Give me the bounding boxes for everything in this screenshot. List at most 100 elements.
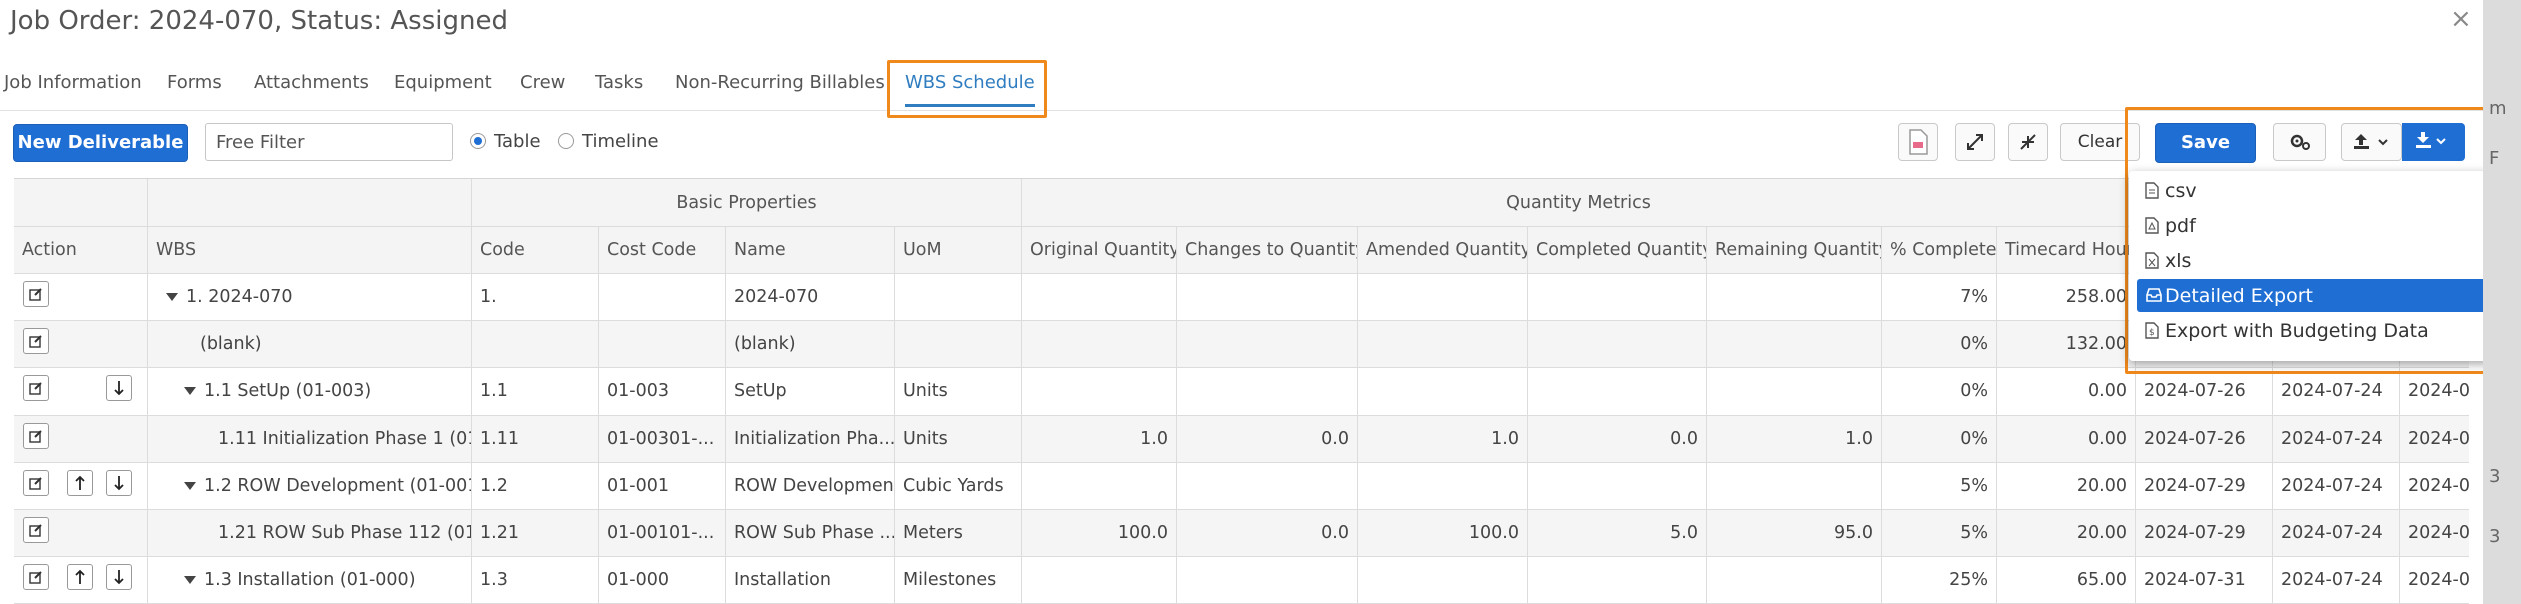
cell-amended bbox=[1358, 274, 1528, 322]
cell-changes bbox=[1177, 274, 1358, 322]
file-icon bbox=[2145, 182, 2159, 199]
new-deliverable-button[interactable]: New Deliverable bbox=[13, 124, 188, 162]
export-detailed-item[interactable]: Detailed Export bbox=[2137, 279, 2483, 312]
col-header-original-quantity[interactable]: Original Quantity bbox=[1022, 227, 1177, 274]
cell-completed bbox=[1528, 274, 1707, 322]
cell-code: 1.2 bbox=[472, 462, 599, 510]
col-header-code[interactable]: Code bbox=[472, 227, 599, 274]
edit-icon[interactable] bbox=[23, 422, 49, 449]
wbs-label: 1.2 ROW Development (01-001) bbox=[204, 475, 472, 496]
edit-icon[interactable] bbox=[23, 328, 49, 355]
export-csv-item[interactable]: csv bbox=[2137, 174, 2483, 207]
wbs-label: 1.21 ROW Sub Phase 112 (01-00 bbox=[218, 523, 471, 544]
expand-icon[interactable] bbox=[1955, 123, 1995, 161]
col-header-uom[interactable]: UoM bbox=[895, 227, 1022, 274]
tab-forms[interactable]: Forms bbox=[167, 72, 222, 93]
tab-non-recurring-billables[interactable]: Non-Recurring Billables bbox=[675, 72, 885, 93]
settings-icon[interactable] bbox=[2273, 123, 2326, 161]
move-down-icon[interactable] bbox=[106, 469, 132, 496]
excel-file-icon bbox=[2145, 252, 2159, 269]
col-header-name[interactable]: Name bbox=[726, 227, 895, 274]
col-header-cost-code[interactable]: Cost Code bbox=[599, 227, 726, 274]
cell-hours: 258.00 bbox=[1997, 274, 2136, 322]
cell-changes: 0.0 bbox=[1177, 415, 1358, 463]
col-header-wbs[interactable]: WBS bbox=[148, 227, 472, 274]
collapse-icon[interactable] bbox=[2008, 123, 2048, 161]
cell-d1: 2024-07-29 bbox=[2136, 510, 2273, 558]
cell-d2: 2024-07-24 bbox=[2273, 462, 2400, 510]
cell-orig: 1.0 bbox=[1022, 415, 1177, 463]
expand-caret-icon[interactable] bbox=[184, 576, 196, 585]
inbox-icon bbox=[2146, 288, 2162, 302]
export-pdf-item[interactable]: pdf bbox=[2137, 209, 2483, 242]
edit-icon[interactable] bbox=[23, 375, 49, 402]
cell-amended bbox=[1358, 321, 1528, 369]
cell-amended: 1.0 bbox=[1358, 415, 1528, 463]
cell-remaining bbox=[1707, 321, 1882, 369]
move-down-icon[interactable] bbox=[106, 375, 132, 402]
group-header-basic: Basic Properties bbox=[472, 179, 1022, 227]
tab-crew[interactable]: Crew bbox=[520, 72, 565, 93]
expand-caret-icon[interactable] bbox=[184, 481, 196, 490]
col-header-changes-to-quantity[interactable]: Changes to Quantity bbox=[1177, 227, 1358, 274]
edit-icon[interactable] bbox=[23, 517, 49, 543]
svg-text:$: $ bbox=[2149, 328, 2155, 338]
wbs-label: (blank) bbox=[200, 334, 262, 355]
col-header-remaining-quantity[interactable]: Remaining Quantity bbox=[1707, 227, 1882, 274]
move-up-icon[interactable] bbox=[67, 564, 93, 591]
cell-d3: 2024-0 bbox=[2400, 415, 2469, 463]
wbs-cell: 1.3 Installation (01-000) bbox=[148, 557, 472, 604]
cell-d2: 2024-07-24 bbox=[2273, 557, 2400, 604]
expand-caret-icon[interactable] bbox=[166, 293, 178, 302]
cell-remaining: 95.0 bbox=[1707, 510, 1882, 558]
export-budgeting-item[interactable]: $ Export with Budgeting Data bbox=[2137, 314, 2483, 347]
edit-icon[interactable] bbox=[23, 281, 49, 307]
group-header-empty bbox=[14, 179, 148, 227]
tab-tasks[interactable]: Tasks bbox=[595, 72, 643, 93]
wbs-label: 1.3 Installation (01-000) bbox=[204, 570, 416, 591]
free-filter-input[interactable] bbox=[205, 123, 453, 161]
cell-name: ROW Sub Phase ... bbox=[726, 510, 895, 558]
expand-caret-icon[interactable] bbox=[184, 387, 196, 396]
download-dropdown-button[interactable] bbox=[2402, 123, 2465, 161]
timeline-view-radio[interactable] bbox=[558, 133, 574, 149]
action-cell bbox=[14, 321, 148, 369]
col-header-completed-quantity[interactable]: Completed Quantity bbox=[1528, 227, 1707, 274]
export-xls-item[interactable]: xls bbox=[2137, 244, 2483, 277]
cell-d3: 2024-0 bbox=[2400, 557, 2469, 604]
tab-wbs-schedule[interactable]: WBS Schedule bbox=[905, 72, 1035, 107]
wbs-cell: (blank) bbox=[148, 321, 472, 369]
action-cell bbox=[14, 557, 148, 604]
close-icon[interactable]: × bbox=[2450, 4, 2472, 34]
col-header-action[interactable]: Action bbox=[14, 227, 148, 274]
col-header-amended-quantity[interactable]: Amended Quantity bbox=[1358, 227, 1528, 274]
wbs-cell: 1.21 ROW Sub Phase 112 (01-00 bbox=[148, 510, 472, 558]
cell-code: 1.21 bbox=[472, 510, 599, 558]
col-header-timecard-hours[interactable]: Timecard Hours bbox=[1997, 227, 2136, 274]
cell-remaining bbox=[1707, 274, 1882, 322]
table-view-radio[interactable] bbox=[470, 133, 486, 149]
cell-remaining: 1.0 bbox=[1707, 415, 1882, 463]
edit-icon[interactable] bbox=[23, 564, 49, 591]
pdf-report-icon[interactable] bbox=[1898, 123, 1938, 161]
timeline-view-label: Timeline bbox=[582, 131, 659, 152]
cell-completed bbox=[1528, 462, 1707, 510]
cell-name: Installation bbox=[726, 557, 895, 604]
clear-button[interactable]: Clear bbox=[2060, 123, 2140, 161]
cell-code bbox=[472, 321, 599, 369]
cell-completed bbox=[1528, 557, 1707, 604]
action-cell bbox=[14, 274, 148, 322]
tab-equipment[interactable]: Equipment bbox=[394, 72, 492, 93]
cell-hours: 0.00 bbox=[1997, 368, 2136, 416]
upload-dropdown-button[interactable] bbox=[2341, 123, 2402, 161]
move-down-icon[interactable] bbox=[106, 564, 132, 591]
table-view-label: Table bbox=[494, 131, 541, 152]
tab-job-information[interactable]: Job Information bbox=[4, 72, 142, 93]
edit-icon[interactable] bbox=[23, 469, 49, 496]
col-header-pct-complete[interactable]: % Complete bbox=[1882, 227, 1997, 274]
tab-attachments[interactable]: Attachments bbox=[254, 72, 369, 93]
cell-hours: 65.00 bbox=[1997, 557, 2136, 604]
save-button[interactable]: Save bbox=[2155, 123, 2256, 163]
move-up-icon[interactable] bbox=[67, 469, 93, 496]
cell-remaining bbox=[1707, 368, 1882, 416]
